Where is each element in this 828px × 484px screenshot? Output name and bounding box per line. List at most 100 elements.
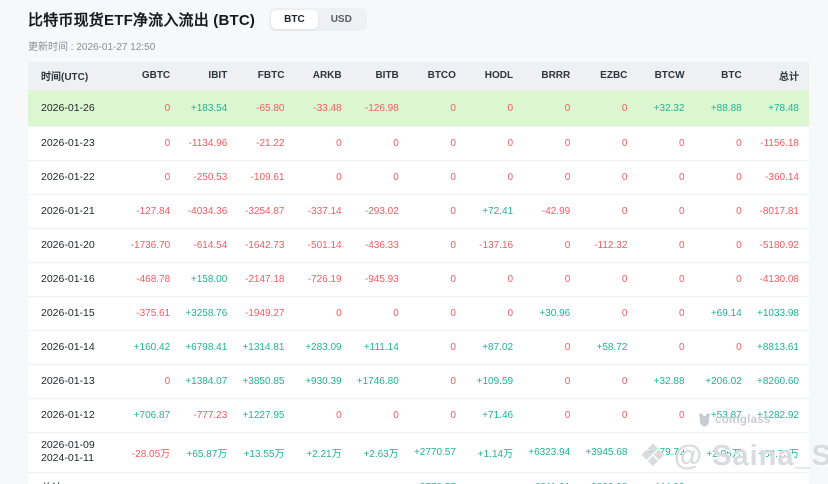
- value-cell: +1.14万: [465, 431, 524, 472]
- column-header-ibit: IBIT: [180, 62, 238, 90]
- value-cell: 0: [523, 159, 581, 194]
- column-header-ezbc: EZBC: [580, 62, 638, 90]
- column-header-time: 时间(UTC): [28, 62, 123, 90]
- signature-watermark-label: @ Saina_S: [673, 439, 828, 472]
- value-cell: -126.98: [351, 89, 409, 126]
- value-cell: 0: [637, 397, 695, 432]
- value-cell: 0: [523, 89, 581, 126]
- value-cell: +160.42: [123, 329, 181, 364]
- value-cell: +6323.94: [523, 431, 581, 472]
- value-cell: -375.61: [123, 295, 181, 330]
- table-header-row: 时间(UTC) GBTC IBIT FBTC ARKB BITB BTCO HODL BRRR E…: [28, 62, 809, 90]
- currency-toggle: BTC USD: [269, 8, 367, 31]
- toggle-usd-button[interactable]: USD: [318, 10, 365, 29]
- table-row: 2026-01-21 -127.84 -4034.36 -3254.87 -337.14…: [28, 193, 809, 228]
- value-cell: -33.48: [294, 89, 352, 126]
- coinglass-watermark-label: coinglass: [715, 414, 771, 426]
- value-cell: 0: [408, 227, 466, 262]
- value-cell: 0: [523, 363, 581, 398]
- table-row: 2026-01-22 0 -250.53 -109.61 0 0 0 0 0 0 0 0 -360.14: [28, 159, 809, 194]
- value-cell: 0: [580, 363, 638, 398]
- diamond-icon: ❖: [639, 438, 668, 473]
- value-cell: 0: [580, 193, 638, 228]
- value-cell: 0: [637, 159, 695, 194]
- value-cell: 0: [523, 329, 581, 364]
- value-cell: 0: [694, 329, 752, 364]
- value-cell: -1949.27: [237, 295, 295, 330]
- column-header-hodl: HODL: [465, 62, 524, 90]
- table-row: 2026-01-14 +160.42 +6798.41 +1314.81 +283.09…: [28, 329, 809, 364]
- coinglass-watermark: coinglass: [698, 413, 771, 427]
- date-cell: 2026-01-09 2024-01-11: [28, 431, 123, 472]
- date-cell: 2026-01-23: [28, 125, 123, 160]
- value-cell: +69.14: [694, 295, 752, 330]
- value-cell: 0: [580, 159, 638, 194]
- toggle-btc-button[interactable]: BTC: [271, 10, 318, 29]
- value-cell: 0: [637, 193, 695, 228]
- value-cell: 0: [408, 89, 466, 126]
- table-row: 2026-01-26 0 +183.54 -65.80 -33.48 -126.98 0 0 0…: [28, 89, 809, 126]
- table-row: 2026-01-16 -468.78 +158.00 -2147.18 -726.19-…: [28, 261, 809, 296]
- value-cell: 0: [637, 295, 695, 330]
- value-cell: +206.02: [694, 363, 752, 398]
- total-value-cell: +2770.57: [408, 471, 466, 484]
- value-cell: 0: [465, 261, 524, 296]
- value-cell: 0: [294, 125, 352, 160]
- value-cell: 0: [523, 227, 581, 262]
- value-cell: 0: [408, 295, 466, 330]
- date-cell: 2026-01-22: [28, 159, 123, 194]
- value-cell: 0: [580, 261, 638, 296]
- value-cell: +1384.07: [180, 363, 238, 398]
- column-header-btco: BTCO: [408, 62, 466, 90]
- value-cell: +2.21万: [294, 431, 352, 472]
- value-cell: 0: [465, 89, 524, 126]
- value-cell: 0: [465, 295, 524, 330]
- total-value-cell: +66.37万: [180, 471, 238, 484]
- date-cell: 2026-01-12: [28, 397, 123, 432]
- total-value-cell: -28.24万: [123, 471, 181, 484]
- value-cell: -436.33: [351, 227, 409, 262]
- value-cell: 0: [523, 125, 581, 160]
- column-header-brrr: BRRR: [523, 62, 581, 90]
- column-header-btc: BTC: [694, 62, 752, 90]
- value-cell: +1314.81: [237, 329, 295, 364]
- topbar: 比特币现货ETF净流入流出 (BTC) BTC USD: [0, 0, 828, 31]
- column-header-gbtc: GBTC: [123, 62, 181, 90]
- date-cell: 2026-01-14: [28, 329, 123, 364]
- value-cell: +2.63万: [351, 431, 409, 472]
- value-cell: -501.14: [294, 227, 352, 262]
- value-cell: 0: [351, 397, 409, 432]
- etf-flow-table: 时间(UTC) GBTC IBIT FBTC ARKB BITB BTCO HODL BRRR E…: [28, 62, 809, 484]
- value-cell: +1033.98: [751, 295, 809, 330]
- date-cell: 2026-01-13: [28, 363, 123, 398]
- column-header-btcw: BTCW: [637, 62, 695, 90]
- value-cell: -28.05万: [123, 431, 181, 472]
- total-label-cell: 总计: [28, 471, 123, 484]
- date-cell: 2026-01-15: [28, 295, 123, 330]
- value-cell: 0: [123, 363, 181, 398]
- value-cell: -1642.73: [237, 227, 295, 262]
- update-time: 更新时间 : 2026-01-27 12:50: [28, 42, 156, 53]
- value-cell: 0: [637, 261, 695, 296]
- value-cell: 0: [408, 125, 466, 160]
- total-value-cell: +13.27万: [237, 471, 295, 484]
- value-cell: -726.19: [294, 261, 352, 296]
- value-cell: +87.02: [465, 329, 524, 364]
- value-cell: +2770.57: [408, 431, 466, 472]
- value-cell: -337.14: [294, 193, 352, 228]
- value-cell: +1227.95: [237, 397, 295, 432]
- value-cell: -8017.81: [751, 193, 809, 228]
- etf-flow-page: 比特币现货ETF净流入流出 (BTC) BTC USD 更新时间 : 2026-…: [0, 0, 828, 484]
- value-cell: +78.48: [751, 89, 809, 126]
- value-cell: 0: [408, 329, 466, 364]
- value-cell: +109.59: [465, 363, 524, 398]
- value-cell: +88.88: [694, 89, 752, 126]
- value-cell: 0: [694, 227, 752, 262]
- value-cell: 0: [351, 125, 409, 160]
- value-cell: -4130.08: [751, 261, 809, 296]
- page-title: 比特币现货ETF净流入流出 (BTC): [28, 12, 256, 29]
- column-header-arkb: ARKB: [294, 62, 352, 90]
- value-cell: -5180.92: [751, 227, 809, 262]
- value-cell: -127.84: [123, 193, 181, 228]
- value-cell: 0: [694, 125, 752, 160]
